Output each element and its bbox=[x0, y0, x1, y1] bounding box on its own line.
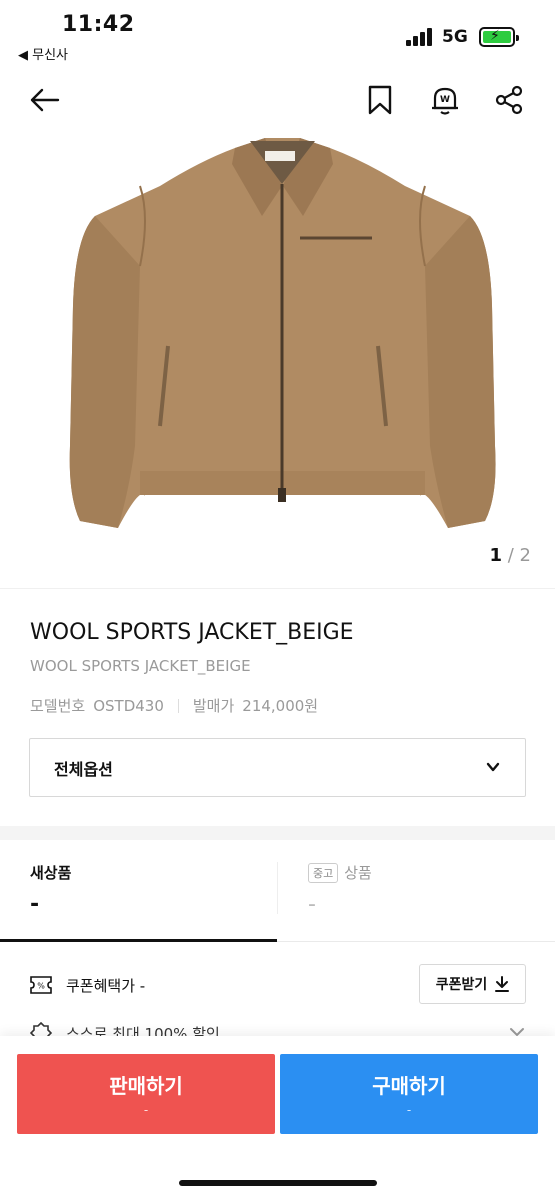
used-badge: 중고 bbox=[308, 862, 339, 883]
bottom-action-bar: 판매하기 - 구매하기 - bbox=[0, 1036, 555, 1200]
get-coupon-button[interactable]: 쿠폰받기 bbox=[419, 964, 526, 1004]
price-alert-button[interactable]: W bbox=[423, 78, 467, 122]
buy-button[interactable]: 구매하기 - bbox=[280, 1054, 538, 1134]
sell-button[interactable]: 판매하기 - bbox=[17, 1054, 275, 1134]
image-pager: 1 / 2 bbox=[490, 545, 532, 566]
buy-button-price: - bbox=[406, 1103, 412, 1117]
product-title: WOOL SPORTS JACKET_BEIGE bbox=[30, 620, 354, 645]
svg-text:%: % bbox=[37, 982, 45, 991]
get-coupon-label: 쿠폰받기 bbox=[435, 977, 488, 993]
section-spacer bbox=[0, 826, 555, 840]
model-number-label: 모델번호 bbox=[30, 697, 86, 715]
product-subtitle: WOOL SPORTS JACKET_BEIGE bbox=[30, 657, 251, 675]
release-price-value: 214,000원 bbox=[242, 697, 319, 715]
tab-used-product[interactable]: 중고 상품 - bbox=[278, 840, 555, 942]
model-number-value: OSTD430 bbox=[93, 696, 164, 715]
product-image-carousel[interactable]: 1 / 2 bbox=[0, 66, 555, 588]
svg-text:W: W bbox=[440, 95, 450, 105]
coupon-icon: % bbox=[30, 976, 52, 994]
tab-new-label: 새상품 bbox=[30, 864, 72, 882]
bookmark-button[interactable] bbox=[358, 78, 402, 122]
bookmark-icon bbox=[368, 85, 392, 115]
tab-new-product[interactable]: 새상품 - bbox=[0, 840, 277, 942]
option-select[interactable]: 전체옵션 bbox=[29, 738, 526, 797]
meta-divider bbox=[177, 698, 179, 713]
active-tab-indicator bbox=[0, 939, 277, 942]
pager-separator: / bbox=[502, 545, 520, 566]
tab-used-label-wrap: 중고 상품 bbox=[308, 862, 372, 883]
back-arrow-icon bbox=[30, 88, 60, 112]
back-button[interactable] bbox=[22, 78, 66, 122]
product-header-nav: W bbox=[0, 78, 555, 122]
status-bar: 11:42 ◀ 무신사 5G ⚡ bbox=[0, 0, 555, 66]
pager-current: 1 bbox=[489, 545, 503, 566]
sell-button-price: - bbox=[143, 1103, 149, 1117]
battery-icon: ⚡ bbox=[479, 27, 519, 47]
network-type: 5G bbox=[442, 27, 468, 47]
release-price-label: 발매가 bbox=[192, 697, 235, 715]
share-icon bbox=[495, 85, 523, 115]
home-indicator[interactable] bbox=[179, 1180, 377, 1186]
bell-icon: W bbox=[432, 87, 458, 115]
back-to-app-link[interactable]: ◀ 무신사 bbox=[18, 44, 68, 63]
chevron-down-icon bbox=[486, 762, 500, 772]
tab-used-label: 상품 bbox=[344, 864, 372, 882]
coupon-price-label: 쿠폰혜택가 - bbox=[66, 976, 146, 995]
status-time: 11:42 bbox=[62, 12, 135, 37]
pager-total: 2 bbox=[519, 545, 531, 566]
tab-used-value: - bbox=[308, 892, 316, 917]
buy-button-label: 구매하기 bbox=[372, 1074, 446, 1098]
share-button[interactable] bbox=[487, 78, 531, 122]
product-meta: 모델번호 OSTD430 발매가 214,000원 bbox=[30, 695, 318, 716]
coupon-row: % 쿠폰혜택가 - bbox=[30, 970, 145, 1000]
image-divider bbox=[0, 588, 555, 589]
product-image bbox=[69, 138, 496, 528]
tab-divider bbox=[277, 862, 278, 914]
tab-new-value: - bbox=[30, 892, 40, 917]
sell-button-label: 판매하기 bbox=[109, 1074, 183, 1098]
download-icon bbox=[495, 976, 510, 992]
option-select-label: 전체옵션 bbox=[54, 759, 113, 779]
signal-icon bbox=[406, 28, 434, 46]
